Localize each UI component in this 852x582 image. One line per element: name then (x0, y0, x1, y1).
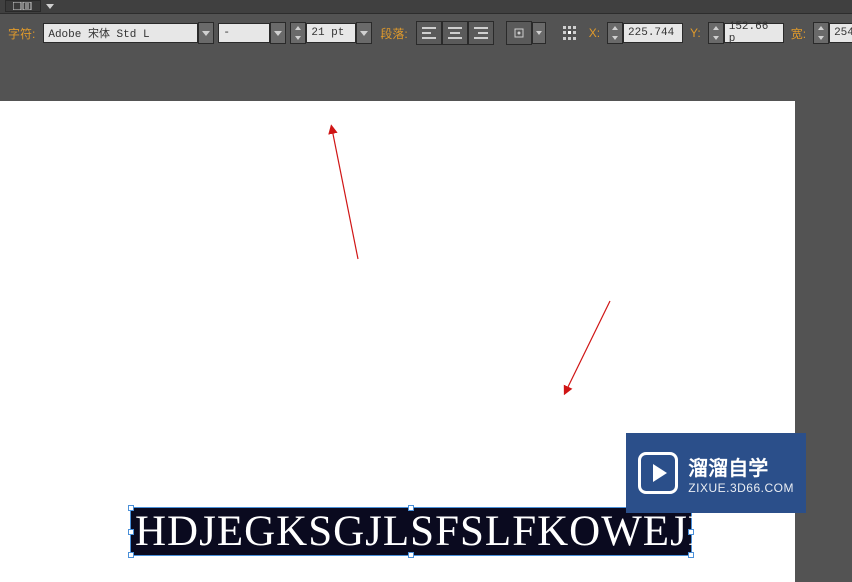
font-family-field[interactable]: Adobe 宋体 Std L (43, 22, 214, 44)
y-input[interactable]: 152.66 p (724, 23, 784, 43)
font-size-field[interactable]: 21 pt (290, 22, 372, 44)
text-content[interactable]: HDJEGKSGJLSFSLFKOWEJF (135, 507, 713, 556)
font-size-dropdown-icon[interactable] (356, 22, 372, 44)
selection-handle[interactable] (408, 552, 414, 558)
play-icon (638, 452, 678, 494)
align-left-button[interactable] (416, 21, 442, 45)
selection-handle[interactable] (408, 505, 414, 511)
x-stepper[interactable] (607, 22, 623, 44)
font-family-dropdown-icon[interactable] (198, 22, 214, 44)
paragraph-label: 段落: (376, 25, 411, 42)
watermark-title: 溜溜自学 (688, 452, 794, 481)
x-input[interactable]: 225.744 (623, 23, 683, 43)
font-size-stepper[interactable] (290, 22, 306, 44)
selection-handle[interactable] (128, 505, 134, 511)
watermark-url: ZIXUE.3D66.COM (688, 481, 794, 495)
font-family-input[interactable]: Adobe 宋体 Std L (43, 23, 198, 43)
align-center-button[interactable] (442, 21, 468, 45)
selection-handle[interactable] (128, 552, 134, 558)
y-stepper[interactable] (708, 22, 724, 44)
w-input[interactable]: 254.264 (829, 23, 852, 43)
align-group (416, 21, 494, 45)
x-label: X: (586, 26, 603, 40)
font-style-dropdown-icon[interactable] (270, 22, 286, 44)
reference-point-field[interactable] (558, 22, 582, 44)
text-frame[interactable]: HDJEGKSGJLSFSLFKOWEJF (130, 507, 692, 556)
w-stepper[interactable] (813, 22, 829, 44)
align-right-button[interactable] (468, 21, 494, 45)
y-label: Y: (687, 26, 704, 40)
distribute-dropdown-icon[interactable] (532, 22, 546, 44)
annotation-arrow-icon (320, 119, 370, 269)
top-strip (0, 0, 852, 13)
font-style-field[interactable]: - (218, 22, 286, 44)
font-style-input[interactable]: - (218, 23, 270, 43)
x-field[interactable]: 225.744 (607, 22, 683, 44)
selection-handle[interactable] (128, 529, 134, 535)
selection-handle[interactable] (688, 529, 694, 535)
reference-point-icon[interactable] (558, 22, 582, 44)
y-field[interactable]: 152.66 p (708, 22, 784, 44)
annotation-arrow-icon (552, 296, 622, 406)
layout-dropdown-icon[interactable] (45, 1, 55, 11)
options-bar: 字符: Adobe 宋体 Std L - 21 pt 段落: (0, 13, 852, 53)
selection-handle[interactable] (688, 552, 694, 558)
distribute-field[interactable] (506, 22, 546, 44)
layout-picker-button[interactable] (5, 0, 41, 12)
distribute-icon[interactable] (506, 21, 532, 45)
w-field[interactable]: 254.264 (813, 22, 852, 44)
character-label: 字符: (4, 25, 39, 42)
font-size-input[interactable]: 21 pt (306, 23, 356, 43)
watermark: 溜溜自学 ZIXUE.3D66.COM (626, 433, 806, 513)
workspace: HDJEGKSGJLSFSLFKOWEJF 溜溜自学 ZIXUE.3D66.CO… (0, 52, 852, 530)
w-label: 宽: (788, 25, 809, 42)
